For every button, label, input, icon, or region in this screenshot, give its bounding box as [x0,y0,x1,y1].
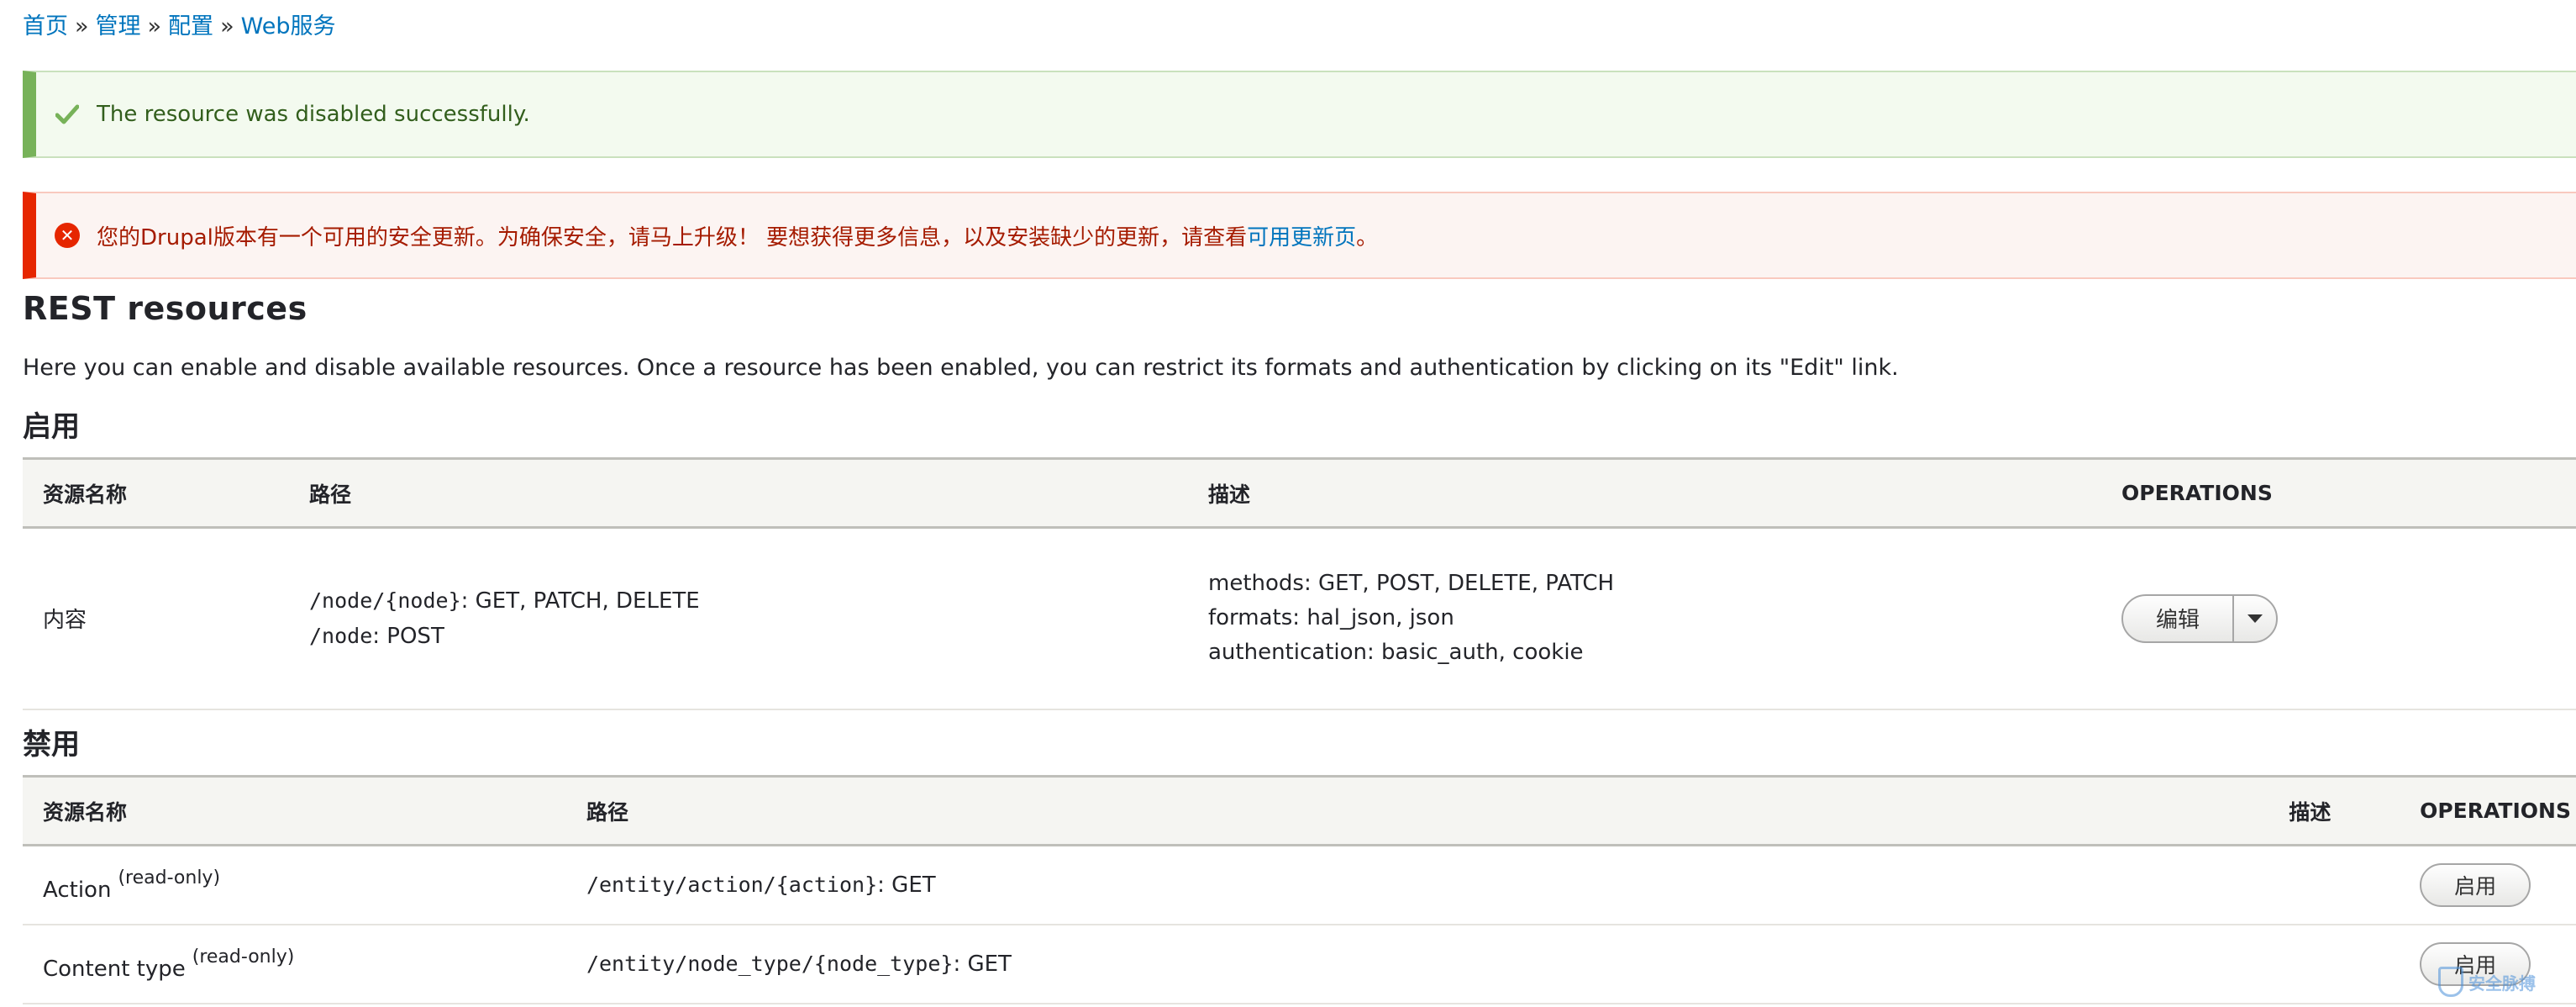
resource-description [2268,925,2415,1004]
breadcrumb-admin[interactable]: 管理 [96,13,141,40]
column-header-name: 资源名称 [43,799,128,825]
enable-button[interactable]: 启用 [2420,862,2531,907]
watermark-logo: 安全脉搏 [2438,965,2564,999]
resource-path-cell: /entity/action/{action}: GET [566,846,2268,925]
resource-description: methods: GET, POST, DELETE, PATCH format… [1188,528,2101,709]
breadcrumb-web-services[interactable]: Web服务 [241,13,336,40]
error-icon: ✕ [55,223,80,248]
read-only-note: (read-only) [118,867,221,888]
disabled-heading: 禁用 [23,728,80,762]
dropbutton-toggle[interactable] [2232,595,2276,641]
breadcrumb-home[interactable]: 首页 [23,13,68,40]
breadcrumb-separator: » [75,13,89,40]
column-header-operations: OPERATIONS [2420,799,2571,823]
table-header-row: 资源名称 路径 描述 OPERATIONS [23,776,2576,846]
resource-path: /node/{node} [309,588,461,613]
resource-methods: : POST [372,623,444,649]
table-row: Action (read-only) /entity/action/{action… [23,846,2576,925]
table-row: Content type (read-only) /entity/node_typ… [23,925,2576,1004]
table-row: 内容 /node/{node}: GET, PATCH, DELETE /nod… [23,528,2576,709]
available-updates-link[interactable]: 可用更新页 [1247,225,1356,250]
resource-methods: : GET [953,951,1012,977]
status-message-text: The resource was disabled successfully. [97,102,530,127]
resource-name: 内容 [43,608,87,634]
error-message-body: 您的Drupal版本有一个可用的安全更新。为确保安全，请马上升级！ 要想获得更多… [97,224,1248,250]
page: { "breadcrumb": { "items": ["首页", "管理", … [0,0,2576,1007]
resource-path-line: /node/{node}: GET, PATCH, DELETE [309,583,1168,619]
error-message-suffix: 。 [1356,224,1379,250]
table-header-row: 资源名称 路径 描述 OPERATIONS [23,458,2576,528]
error-message: ✕ 您的Drupal版本有一个可用的安全更新。为确保安全，请马上升级！ 要想获得… [23,192,2576,279]
description-formats: formats: hal_json, json [1208,605,1454,631]
resource-paths: /node/{node}: GET, PATCH, DELETE /node: … [289,528,1188,709]
resource-path: /entity/action/{action} [586,872,878,897]
description-authentication: authentication: basic_auth, cookie [1208,640,1584,666]
resource-path: /entity/node_type/{node_type} [586,951,954,976]
breadcrumb-separator: » [147,13,162,40]
page-title: REST resources [23,290,308,327]
description-methods: methods: GET, POST, DELETE, PATCH [1208,571,1615,597]
resource-methods: : GET [877,872,936,898]
enabled-heading: 启用 [23,410,80,444]
resource-name-label: Action [43,877,112,903]
column-header-description: 描述 [2289,799,2332,825]
resource-name-label: Content type [43,956,186,982]
resource-name: Content type (read-only) [23,925,566,1004]
enabled-table: 资源名称 路径 描述 OPERATIONS 内容 /node/{node}: G… [23,457,2576,710]
page-description: Here you can enable and disable availabl… [23,355,1899,381]
resource-operations: 编辑 [2101,528,2576,709]
column-header-path: 路径 [586,799,628,825]
column-header-name: 资源名称 [43,482,128,507]
column-header-description: 描述 [1208,482,1251,507]
watermark-text: 安全脉搏 [2468,973,2536,994]
resource-description [2268,846,2415,925]
resource-name: Action (read-only) [23,846,566,925]
resource-operations: 启用 [2415,846,2576,925]
resource-path-line: /node: POST [309,619,1168,654]
error-message-text: 您的Drupal版本有一个可用的安全更新。为确保安全，请马上升级！ 要想获得更多… [97,220,1378,251]
resource-path-cell: /entity/node_type/{node_type}: GET [566,925,2268,1004]
status-message: The resource was disabled successfully. [23,71,2576,158]
shield-icon [2438,967,2463,997]
checkmark-icon [55,102,80,127]
resource-methods: : GET, PATCH, DELETE [460,588,700,614]
breadcrumb-config[interactable]: 配置 [168,13,213,40]
column-header-path: 路径 [309,482,352,507]
column-header-operations: OPERATIONS [2121,481,2273,505]
edit-dropbutton: 编辑 [2121,593,2278,643]
breadcrumb-separator: » [220,13,234,40]
edit-button[interactable]: 编辑 [2123,596,2232,641]
read-only-note: (read-only) [192,946,295,967]
disabled-table: 资源名称 路径 描述 OPERATIONS Action (read-only) … [23,775,2576,1004]
resource-path: /node [309,623,373,648]
breadcrumb: 首页» 管理» 配置» Web服务 [23,12,335,42]
chevron-down-icon [2247,614,2263,623]
